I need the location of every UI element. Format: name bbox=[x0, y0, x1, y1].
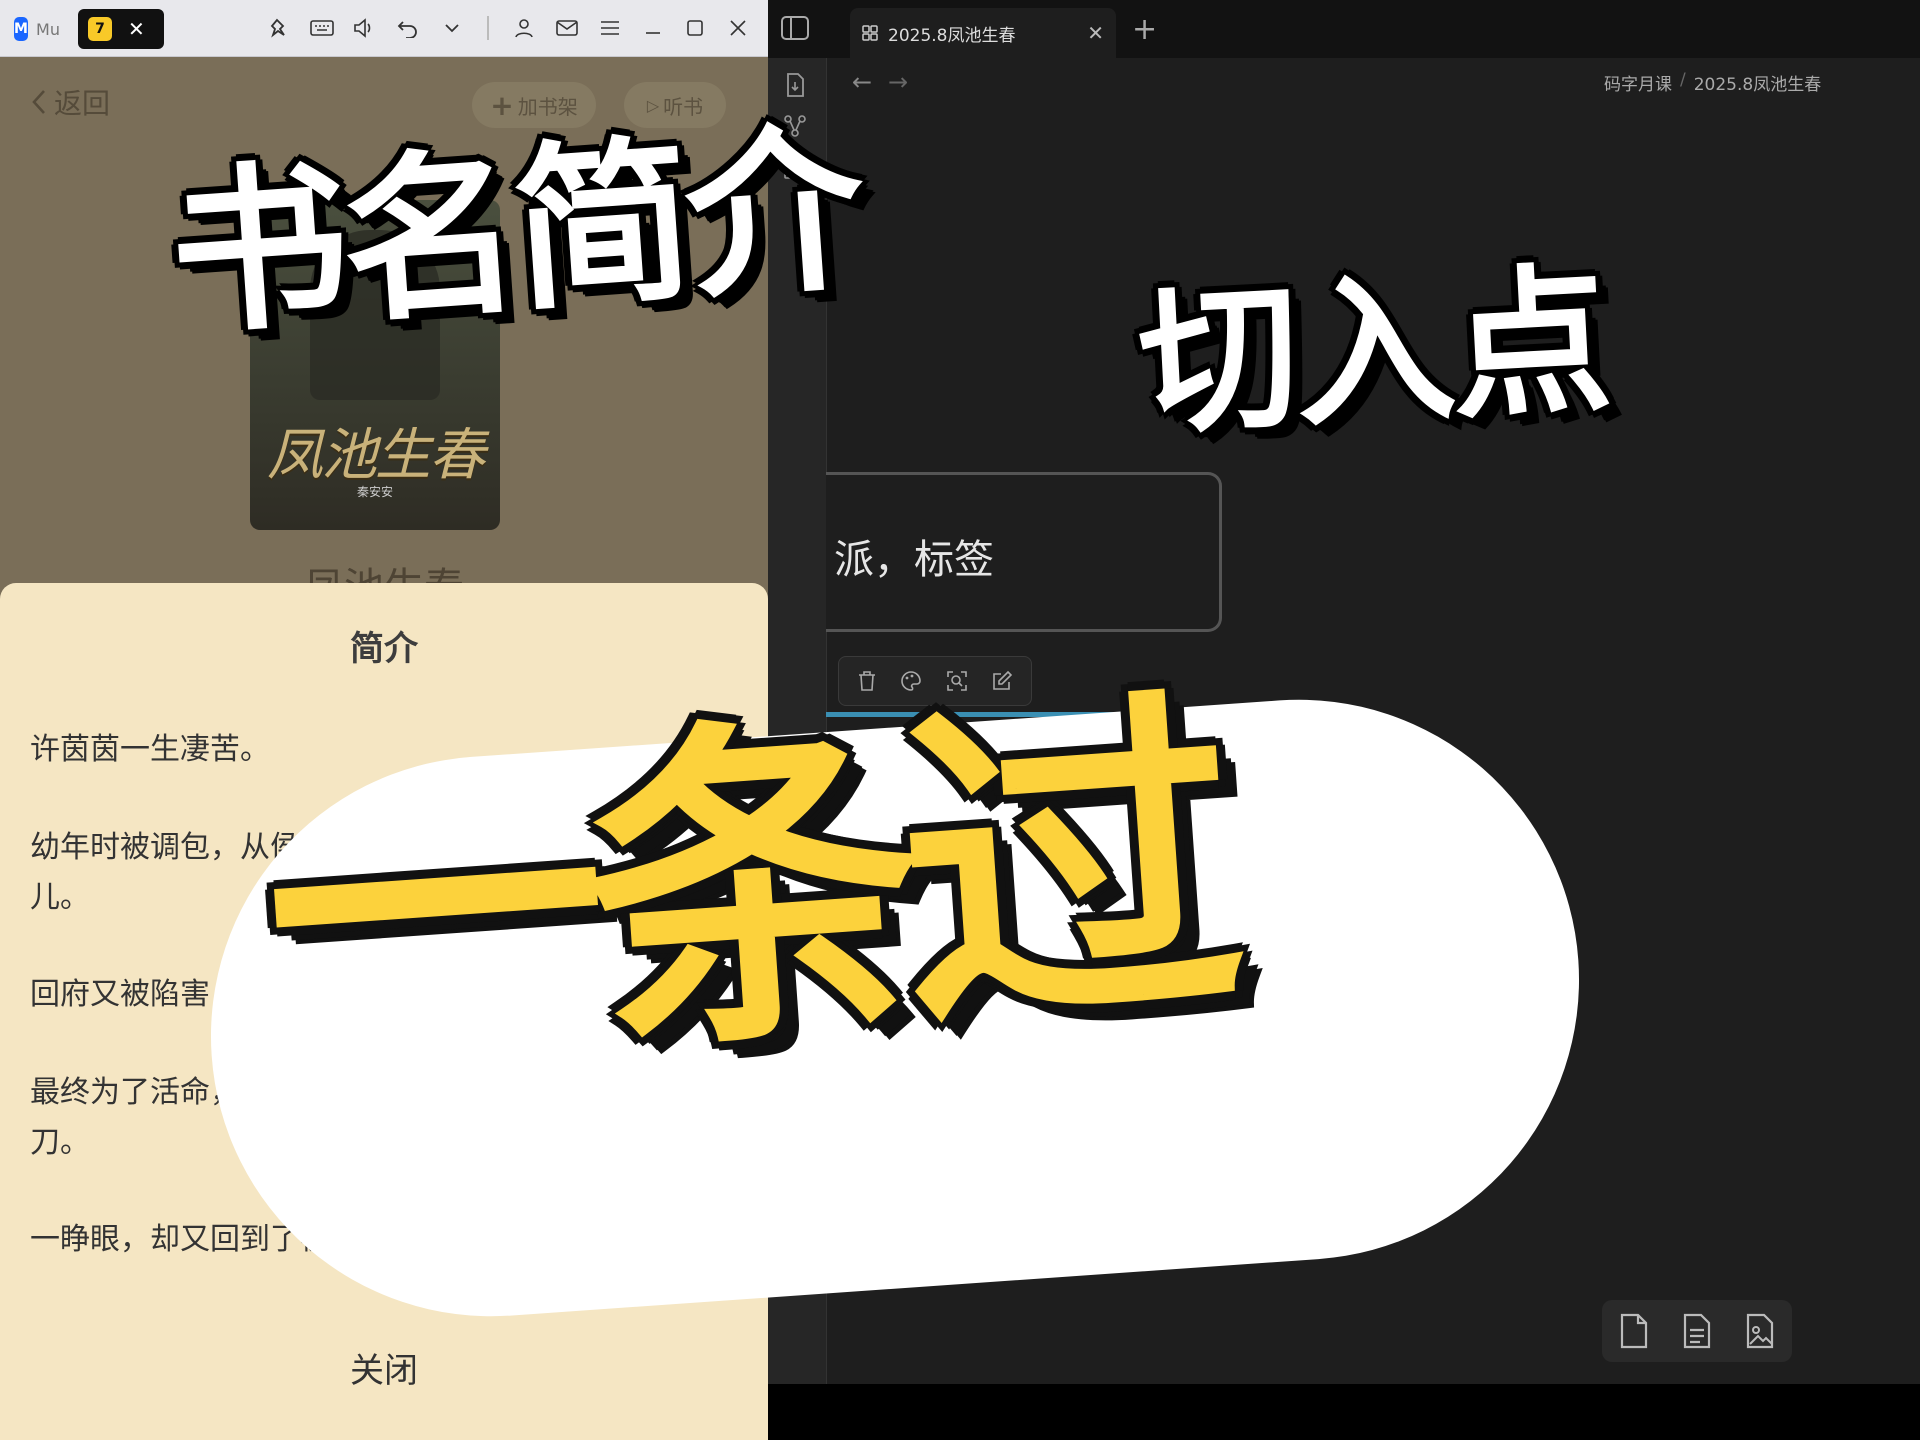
back-button[interactable]: 返回 bbox=[30, 82, 110, 122]
chevron-left-icon bbox=[32, 90, 45, 114]
add-shelf-label: 加书架 bbox=[517, 94, 578, 119]
nav-forward-button[interactable]: → bbox=[888, 68, 908, 96]
editor-tab-close[interactable]: ✕ bbox=[1087, 21, 1104, 45]
editor-tab-bar: 2025.8凤池生春 ✕ + bbox=[768, 0, 1920, 58]
pin-icon[interactable] bbox=[266, 14, 294, 42]
close-icon[interactable] bbox=[724, 14, 752, 42]
caption-one-take: 一条过 bbox=[253, 660, 1233, 1123]
back-label: 返回 bbox=[54, 87, 111, 120]
add-media-icon[interactable] bbox=[1742, 1312, 1778, 1350]
canvas-bottom-toolbar bbox=[1602, 1300, 1792, 1362]
breadcrumb-item[interactable]: 2025.8凤池生春 bbox=[1694, 70, 1821, 95]
maximize-icon[interactable] bbox=[681, 14, 709, 42]
editor-tab[interactable]: 2025.8凤池生春 ✕ bbox=[850, 8, 1116, 58]
cover-title-art: 凤池生春 bbox=[267, 423, 485, 488]
left-titlebar: M Mu 7 ✕ bbox=[0, 0, 768, 57]
new-tab-button[interactable]: + bbox=[1132, 12, 1157, 47]
canvas-icon bbox=[862, 25, 878, 41]
editor-status-strip bbox=[768, 1384, 1920, 1440]
tab-reader-close[interactable]: ✕ bbox=[128, 17, 145, 41]
editor-tab-label: 2025.8凤池生春 bbox=[888, 25, 1016, 46]
play-icon: ▷ bbox=[646, 95, 660, 115]
mail-icon[interactable] bbox=[553, 14, 581, 42]
user-icon[interactable] bbox=[510, 14, 538, 42]
new-note-icon[interactable] bbox=[1679, 1312, 1715, 1350]
volume-icon[interactable] bbox=[350, 14, 378, 42]
menu-icon[interactable] bbox=[596, 14, 624, 42]
canvas-card-text: 派，标签 bbox=[834, 537, 994, 583]
minimize-icon[interactable] bbox=[639, 14, 667, 42]
tab-reader[interactable]: 7 ✕ bbox=[78, 9, 164, 49]
breadcrumb-separator: / bbox=[1680, 70, 1686, 90]
open-file-icon[interactable] bbox=[783, 72, 811, 100]
nav-back-button[interactable]: ← bbox=[852, 68, 872, 96]
tab-mu[interactable]: M Mu bbox=[4, 9, 70, 49]
chevron-down-icon[interactable] bbox=[438, 14, 466, 42]
close-sheet-button[interactable]: 关闭 bbox=[0, 1343, 768, 1392]
breadcrumb: 码字月课 / 2025.8凤池生春 bbox=[1604, 70, 1821, 95]
new-card-icon[interactable] bbox=[1616, 1312, 1652, 1350]
keyboard-icon[interactable] bbox=[308, 14, 336, 42]
sidebar-toggle-icon[interactable] bbox=[780, 15, 810, 43]
canvas-card[interactable]: 派，标签 bbox=[826, 472, 1222, 632]
undo-icon[interactable] bbox=[394, 14, 422, 42]
sheet-title: 简介 bbox=[350, 629, 418, 669]
reader-app-icon: 7 bbox=[88, 17, 112, 41]
mubu-logo-icon: M bbox=[14, 17, 29, 41]
titlebar-divider bbox=[487, 16, 489, 40]
caption-book-title-synopsis: 书名简介 bbox=[163, 105, 865, 360]
caption-entry-point: 切入点 bbox=[1134, 246, 1612, 458]
tab-mu-label: Mu bbox=[36, 19, 60, 39]
breadcrumb-item[interactable]: 码字月课 bbox=[1604, 70, 1672, 95]
add-to-shelf-button[interactable]: + 加书架 bbox=[472, 82, 596, 128]
cover-author: 秦安安 bbox=[356, 485, 393, 499]
plus-icon: + bbox=[490, 88, 514, 122]
